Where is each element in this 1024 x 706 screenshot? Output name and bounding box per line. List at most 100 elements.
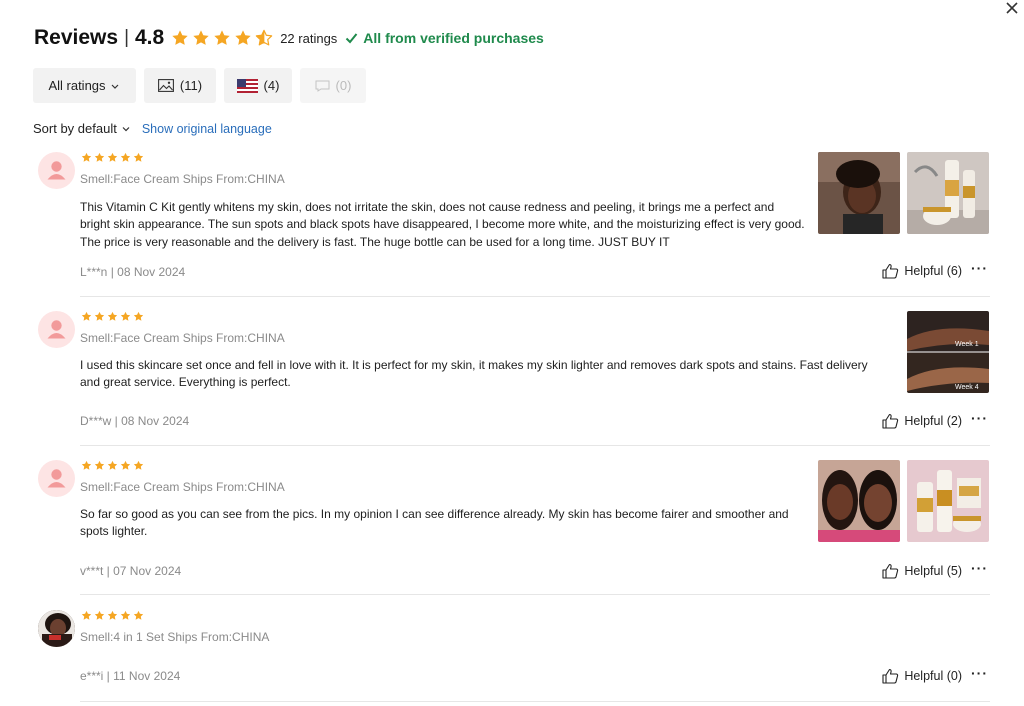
review-photo[interactable] <box>907 152 989 234</box>
review-divider <box>80 296 990 297</box>
star-icon <box>94 311 105 321</box>
review-text: So far so good as you can see from the p… <box>80 507 789 539</box>
country-count: (4) <box>263 78 280 93</box>
title-separator: | <box>124 27 129 48</box>
star-icon <box>214 30 230 45</box>
star-icon <box>120 311 131 321</box>
show-original-language-link[interactable]: Show original language <box>142 122 272 136</box>
helpful-label: Helpful (6) <box>904 264 962 278</box>
review-photo[interactable]: Week 1 Week 4 <box>907 311 989 393</box>
review-meta: Smell:Face Cream Ships From:CHINA <box>80 172 285 186</box>
thumbs-up-icon <box>882 668 899 684</box>
star-icon <box>94 460 105 470</box>
thumbs-up-icon <box>882 263 899 279</box>
review-photo[interactable] <box>907 460 989 542</box>
half-star-icon <box>255 29 273 46</box>
thumbs-up-icon <box>882 563 899 579</box>
sort-bar: Sort by default Show original language <box>33 121 272 136</box>
us-flag-icon <box>236 78 258 93</box>
avatar <box>38 460 75 497</box>
star-icon <box>107 610 118 620</box>
star-icon <box>133 460 144 470</box>
star-icon <box>133 610 144 620</box>
photos-filter[interactable]: (11) <box>144 68 216 103</box>
star-icon <box>81 311 92 321</box>
review-meta: Smell:Face Cream Ships From:CHINA <box>80 480 285 494</box>
review-rating <box>81 311 144 322</box>
user-photo-avatar <box>38 610 75 647</box>
reviews-header: Reviews | 4.8 22 ratings All from verifi… <box>34 24 544 52</box>
average-stars <box>171 29 273 47</box>
star-icon <box>81 152 92 162</box>
more-options-button[interactable]: ··· <box>971 410 988 426</box>
star-icon <box>81 460 92 470</box>
ratings-count: 22 ratings <box>280 30 338 46</box>
helpful-button[interactable]: Helpful (0) <box>882 668 962 684</box>
review-divider <box>80 445 990 446</box>
helpful-button[interactable]: Helpful (2) <box>882 413 962 429</box>
comment-icon <box>315 80 330 92</box>
review-rating <box>81 152 144 163</box>
star-icon <box>94 610 105 620</box>
comments-count: (0) <box>335 78 352 93</box>
review-rating <box>81 610 144 621</box>
default-avatar-icon <box>47 320 66 339</box>
star-icon <box>172 30 188 45</box>
helpful-label: Helpful (2) <box>904 414 962 428</box>
star-icon <box>81 610 92 620</box>
star-icon <box>120 152 131 162</box>
review-text: I used this skincare set once and fell i… <box>80 358 868 390</box>
filter-bar: All ratings (11) (4) (0) <box>33 68 366 103</box>
more-options-button[interactable]: ··· <box>971 260 988 276</box>
helpful-button[interactable]: Helpful (6) <box>882 263 962 279</box>
avatar <box>38 610 75 647</box>
star-icon <box>193 30 209 45</box>
verified-label: All from verified purchases <box>363 30 544 46</box>
country-filter[interactable]: (4) <box>224 68 292 103</box>
review-item: Smell:Face Cream Ships From:CHINA This V… <box>34 152 990 298</box>
review-item: Smell:4 in 1 Set Ships From:CHINA e***i … <box>34 610 990 704</box>
review-item: Smell:Face Cream Ships From:CHINA I used… <box>34 311 990 447</box>
avatar <box>38 152 75 189</box>
star-icon <box>107 311 118 321</box>
star-icon <box>133 152 144 162</box>
check-icon <box>346 33 358 44</box>
helpful-label: Helpful (5) <box>904 564 962 578</box>
star-icon <box>107 460 118 470</box>
default-avatar-icon <box>47 469 66 488</box>
all-ratings-dropdown[interactable]: All ratings <box>33 68 136 103</box>
close-icon <box>1006 2 1018 14</box>
chevron-down-icon <box>122 126 130 131</box>
default-avatar-icon <box>47 161 66 180</box>
review-rating <box>81 460 144 471</box>
review-photo[interactable] <box>818 152 900 234</box>
verified-badge: All from verified purchases <box>345 30 544 46</box>
thumbs-up-icon <box>882 413 899 429</box>
review-item: Smell:Face Cream Ships From:CHINA So far… <box>34 460 990 596</box>
more-options-button[interactable]: ··· <box>971 560 988 576</box>
star-icon <box>235 30 251 45</box>
image-icon <box>157 79 174 92</box>
star-icon <box>120 460 131 470</box>
star-icon <box>133 311 144 321</box>
all-ratings-label: All ratings <box>48 78 106 93</box>
photos-count: (11) <box>179 78 203 93</box>
review-author-date: L***n | 08 Nov 2024 <box>80 265 186 279</box>
star-icon <box>107 152 118 162</box>
review-photo[interactable] <box>818 460 900 542</box>
review-text: This Vitamin C Kit gently whitens my ski… <box>80 200 805 249</box>
page-title: Reviews <box>34 26 119 49</box>
week-1-label: Week 1 <box>955 341 979 348</box>
close-button[interactable] <box>1001 0 1023 18</box>
helpful-button[interactable]: Helpful (5) <box>882 563 962 579</box>
star-icon <box>94 152 105 162</box>
review-meta: Smell:4 in 1 Set Ships From:CHINA <box>80 630 270 644</box>
star-icon <box>120 610 131 620</box>
review-author-date: v***t | 07 Nov 2024 <box>80 564 182 578</box>
sort-dropdown[interactable]: Sort by default <box>33 121 131 136</box>
comments-filter[interactable]: (0) <box>300 68 366 103</box>
helpful-label: Helpful (0) <box>904 669 962 683</box>
review-author-date: D***w | 08 Nov 2024 <box>80 414 190 428</box>
review-divider <box>80 701 990 702</box>
more-options-button[interactable]: ··· <box>971 665 988 681</box>
